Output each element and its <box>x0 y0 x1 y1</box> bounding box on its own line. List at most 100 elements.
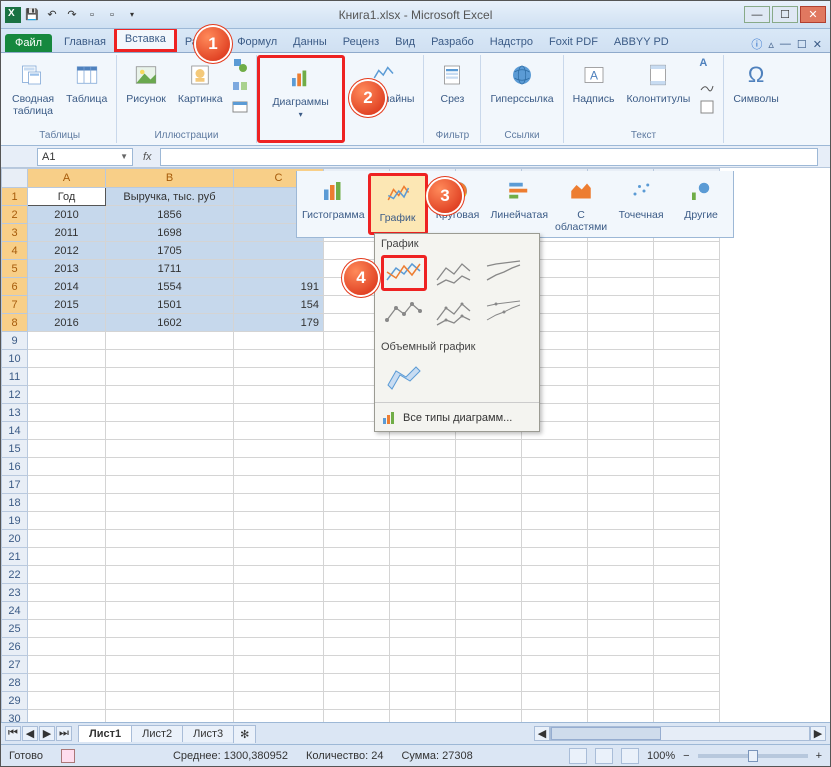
cell[interactable] <box>522 476 588 494</box>
cell[interactable] <box>234 710 324 723</box>
chart-scatter-button[interactable]: Точечная <box>611 173 671 235</box>
cell[interactable] <box>106 404 234 422</box>
tab-review[interactable]: Реценз <box>335 33 387 52</box>
cell[interactable] <box>324 512 390 530</box>
cell[interactable] <box>234 332 324 350</box>
new-sheet-tab[interactable]: ✻ <box>233 725 256 743</box>
picture-button[interactable]: Рисунок <box>123 57 169 107</box>
cell[interactable] <box>588 332 654 350</box>
row-header[interactable]: 20 <box>2 530 28 548</box>
cell[interactable] <box>390 656 456 674</box>
cell[interactable] <box>28 692 106 710</box>
cell[interactable] <box>28 440 106 458</box>
col-header[interactable]: A <box>28 169 106 188</box>
cell[interactable] <box>522 530 588 548</box>
screenshot-icon[interactable] <box>232 99 250 117</box>
chart-other-button[interactable]: Другие <box>671 173 731 235</box>
zoom-slider[interactable] <box>698 754 808 758</box>
tab-view[interactable]: Вид <box>387 33 423 52</box>
cell[interactable] <box>106 332 234 350</box>
cell[interactable] <box>588 386 654 404</box>
cell[interactable] <box>654 368 720 386</box>
cell[interactable] <box>390 584 456 602</box>
pivot-table-button[interactable]: Сводная таблица <box>9 57 57 119</box>
cell[interactable] <box>456 548 522 566</box>
cell[interactable] <box>390 548 456 566</box>
cell[interactable] <box>390 638 456 656</box>
row-header[interactable]: 1 <box>2 188 28 206</box>
tab-addin[interactable]: Надстро <box>482 33 541 52</box>
row-header[interactable]: 18 <box>2 494 28 512</box>
cell[interactable] <box>234 386 324 404</box>
cell[interactable] <box>654 638 720 656</box>
hyperlink-button[interactable]: Гиперссылка <box>487 57 556 107</box>
cell[interactable] <box>234 638 324 656</box>
cell[interactable] <box>234 458 324 476</box>
cell[interactable] <box>654 458 720 476</box>
cell[interactable] <box>390 494 456 512</box>
cell[interactable] <box>28 710 106 723</box>
cell[interactable] <box>588 548 654 566</box>
row-header[interactable]: 27 <box>2 656 28 674</box>
qat-undo-icon[interactable]: ↶ <box>43 6 61 24</box>
cell[interactable] <box>456 602 522 620</box>
cell[interactable] <box>106 350 234 368</box>
chart-histogram-button[interactable]: Гистограмма <box>299 173 368 235</box>
cell[interactable] <box>324 638 390 656</box>
tab-dev[interactable]: Разрабо <box>423 33 482 52</box>
cell[interactable] <box>28 476 106 494</box>
cell[interactable] <box>588 620 654 638</box>
cell[interactable] <box>588 494 654 512</box>
cell[interactable] <box>324 440 390 458</box>
cell[interactable] <box>324 584 390 602</box>
tab-home[interactable]: Главная <box>56 33 114 52</box>
cell[interactable] <box>28 674 106 692</box>
cell[interactable] <box>390 674 456 692</box>
cell[interactable] <box>588 674 654 692</box>
view-normal[interactable] <box>569 748 587 764</box>
view-pagebreak[interactable] <box>621 748 639 764</box>
zoom-in[interactable]: + <box>816 750 822 762</box>
row-header[interactable]: 14 <box>2 422 28 440</box>
cell[interactable] <box>456 440 522 458</box>
slicer-button[interactable]: Срез <box>430 57 474 107</box>
cell[interactable]: 2015 <box>28 296 106 314</box>
cell[interactable] <box>28 584 106 602</box>
cell[interactable] <box>654 242 720 260</box>
line-chart-option-3[interactable] <box>481 255 527 291</box>
cell[interactable] <box>654 710 720 723</box>
cell[interactable] <box>234 584 324 602</box>
hscroll-thumb[interactable] <box>551 727 661 740</box>
sigline-icon[interactable] <box>699 78 717 96</box>
cell[interactable] <box>654 422 720 440</box>
doc-min-icon[interactable]: — <box>780 38 791 50</box>
cell[interactable] <box>324 566 390 584</box>
select-all-corner[interactable] <box>2 169 28 188</box>
cell[interactable] <box>456 620 522 638</box>
qat-save-icon[interactable]: 💾 <box>23 6 41 24</box>
cell[interactable] <box>390 476 456 494</box>
cell[interactable] <box>654 332 720 350</box>
cell[interactable] <box>390 566 456 584</box>
cell[interactable] <box>456 476 522 494</box>
cell[interactable] <box>234 260 324 278</box>
sheet-nav-first[interactable]: ⏮ <box>5 726 21 741</box>
cell[interactable] <box>106 620 234 638</box>
tab-file[interactable]: Файл <box>5 34 52 52</box>
row-header[interactable]: 10 <box>2 350 28 368</box>
cell[interactable] <box>324 458 390 476</box>
cell[interactable] <box>234 350 324 368</box>
cell[interactable] <box>234 440 324 458</box>
hscroll-left[interactable]: ◀ <box>534 726 550 741</box>
cell[interactable] <box>654 674 720 692</box>
minimize-button[interactable]: — <box>744 6 770 23</box>
shapes-icon[interactable] <box>232 57 250 75</box>
cell[interactable] <box>106 476 234 494</box>
cell[interactable] <box>28 620 106 638</box>
maximize-button[interactable]: ☐ <box>772 6 798 23</box>
qat-btn[interactable]: ▫ <box>83 6 101 24</box>
charts-button[interactable]: Диаграммы ▾ <box>268 60 334 121</box>
sheet-tab[interactable]: Лист2 <box>131 725 183 742</box>
row-header[interactable]: 7 <box>2 296 28 314</box>
cell[interactable] <box>234 242 324 260</box>
